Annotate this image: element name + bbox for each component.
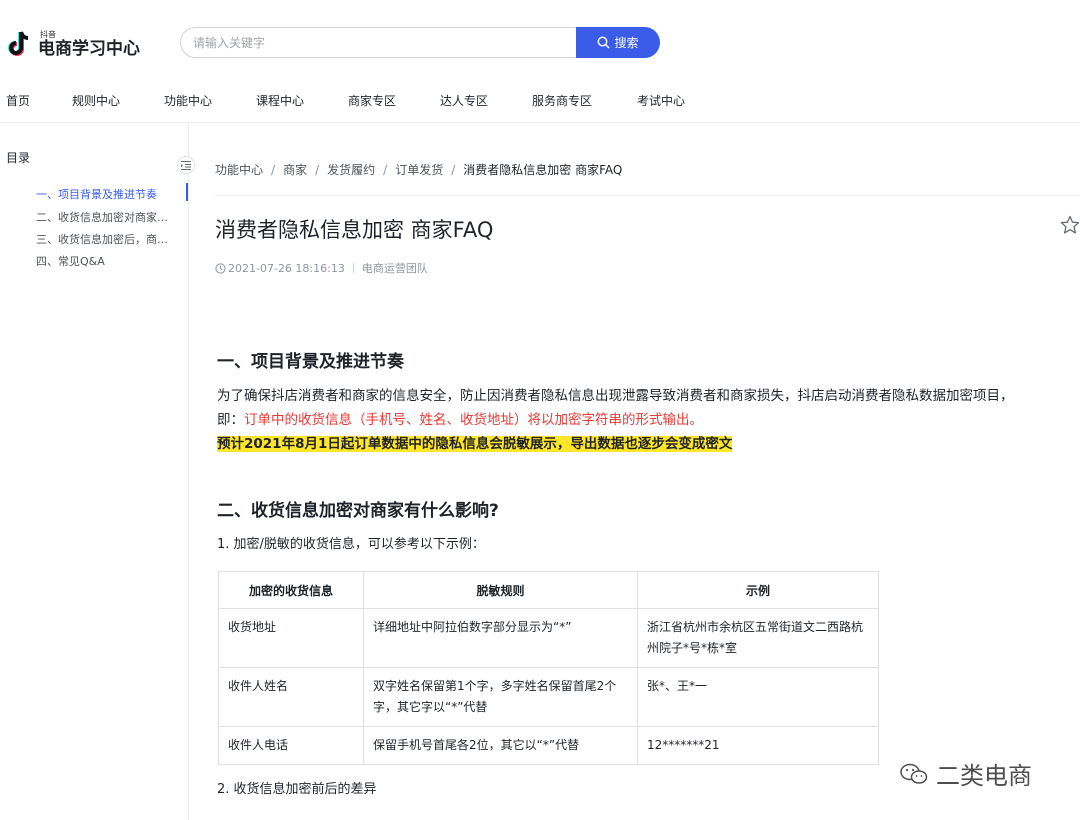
search-placeholder: 请输入关键字 <box>193 36 266 50</box>
publish-date: 2021-07-26 18:16:13 <box>228 261 345 275</box>
table-cell: 张*、王*一 <box>637 667 879 727</box>
watermark-text: 二类电商 <box>936 762 1032 790</box>
breadcrumb-item[interactable]: 商家 <box>283 163 307 177</box>
table-header: 示例 <box>637 571 879 609</box>
wechat-icon <box>900 763 928 784</box>
divider <box>215 195 1080 196</box>
table-cell: 双字姓名保留第1个字，多字姓名保留首尾2个字，其它字以“*”代替 <box>363 667 638 727</box>
clock-icon <box>215 262 226 274</box>
table-cell: 保留手机号首尾各2位，其它以“*”代替 <box>363 726 638 765</box>
section2-heading: 二、收货信息加密对商家有什么影响? <box>217 501 499 521</box>
top-header: 抖音 电商学习中心 请输入关键字 搜索 首页 规则中心 功能中心 课程中心 商家… <box>0 0 1080 123</box>
author: 电商运营团队 <box>361 262 428 275</box>
table-cell: 详细地址中阿拉伯数字部分显示为“*” <box>363 608 638 668</box>
nav-exams[interactable]: 考试中心 <box>637 92 685 109</box>
table-cell: 浙江省杭州市余杭区五常街道文二西路杭州院子*号*栋*室 <box>637 608 879 668</box>
table-cell: 12*******21 <box>637 726 879 765</box>
douyin-logo-icon <box>8 31 29 56</box>
nav-features[interactable]: 功能中心 <box>164 92 212 109</box>
table-cell: 收件人电话 <box>218 726 364 765</box>
breadcrumb-item[interactable]: 订单发货 <box>395 163 443 177</box>
toc-sidebar: 目录 一、项目背景及推进节奏 二、收货信息加密对商家有什么影响？ 三、收货信息加… <box>0 123 189 820</box>
table-cell: 收件人姓名 <box>218 667 364 727</box>
section2-item1: 1. 加密/脱敏的收货信息，可以参考以下示例： <box>217 537 485 552</box>
section1-heading: 一、项目背景及推进节奏 <box>217 352 404 372</box>
meta-divider <box>352 263 354 273</box>
article-meta: 2021-07-26 18:16:13 电商运营团队 <box>215 260 428 276</box>
breadcrumb-separator: / <box>315 163 320 177</box>
toc-item-1[interactable]: 一、项目背景及推进节奏 <box>36 186 186 202</box>
nav-rules[interactable]: 规则中心 <box>72 92 120 109</box>
table-row: 收货地址 详细地址中阿拉伯数字部分显示为“*” 浙江省杭州市余杭区五常街道文二西… <box>218 608 879 668</box>
search-input[interactable]: 请输入关键字 <box>180 27 578 58</box>
section1-paragraph: 为了确保抖店消费者和商家的信息安全，防止因消费者隐私信息出现泄露导致消费者和商家… <box>217 388 1014 404</box>
breadcrumb-current: 消费者隐私信息加密 商家FAQ <box>463 163 623 177</box>
toc-active-indicator <box>186 183 188 201</box>
list-indent-icon <box>181 160 191 170</box>
table-cell: 收货地址 <box>218 608 364 668</box>
page-title: 消费者隐私信息加密 商家FAQ <box>215 218 494 242</box>
nav-home[interactable]: 首页 <box>6 92 30 109</box>
toc-item-3[interactable]: 三、收货信息加密后，商家需要做什么？ <box>36 231 178 247</box>
search-button-label: 搜索 <box>614 36 639 50</box>
logo-small-text: 抖音 <box>40 29 56 39</box>
breadcrumb-separator: / <box>383 163 388 177</box>
section1-prefix: 即： <box>217 412 244 428</box>
desensitization-table: 加密的收货信息 脱敏规则 示例 收货地址 详细地址中阿拉伯数字部分显示为“*” … <box>218 571 879 765</box>
toc-item-2[interactable]: 二、收货信息加密对商家有什么影响？ <box>36 209 178 225</box>
breadcrumb-separator: / <box>271 163 276 177</box>
nav-service-providers[interactable]: 服务商专区 <box>532 92 592 109</box>
nav-creators[interactable]: 达人专区 <box>440 92 488 109</box>
breadcrumb-separator: / <box>451 163 456 177</box>
section1-highlight-line: 预计2021年8月1日起订单数据中的隐私信息会脱敏展示，导出数据也逐步会变成密文 <box>217 433 733 455</box>
favorite-star-icon[interactable] <box>1060 215 1080 235</box>
watermark: 二类电商 <box>900 756 1032 791</box>
nav-courses[interactable]: 课程中心 <box>256 92 304 109</box>
toc-collapse-toggle[interactable] <box>177 156 195 174</box>
toc-title: 目录 <box>6 151 31 165</box>
logo-title: 电商学习中心 <box>38 38 140 59</box>
table-row: 收件人姓名 双字姓名保留第1个字，多字姓名保留首尾2个字，其它字以“*”代替 张… <box>218 667 879 727</box>
table-header: 加密的收货信息 <box>218 571 364 609</box>
breadcrumb-item[interactable]: 发货履约 <box>327 163 375 177</box>
nav-merchants[interactable]: 商家专区 <box>348 92 396 109</box>
search-icon <box>598 36 611 49</box>
table-header-row: 加密的收货信息 脱敏规则 示例 <box>218 571 879 609</box>
section2-item2: 2. 收货信息加密前后的差异 <box>217 782 377 797</box>
section1-red-text: 订单中的收货信息（手机号、姓名、收货地址）将以加密字符串的形式输出。 <box>244 412 703 428</box>
breadcrumb-item[interactable]: 功能中心 <box>215 163 263 177</box>
toc-item-4[interactable]: 四、常见Q&A <box>36 253 186 269</box>
highlighted-text: 预计2021年8月1日起订单数据中的隐私信息会脱敏展示，导出数据也逐步会变成密文 <box>217 436 733 452</box>
search-button[interactable]: 搜索 <box>576 27 660 58</box>
table-row: 收件人电话 保留手机号首尾各2位，其它以“*”代替 12*******21 <box>218 726 879 765</box>
section1-paragraph-cont: 即：订单中的收货信息（手机号、姓名、收货地址）将以加密字符串的形式输出。 <box>217 409 703 431</box>
breadcrumb: 功能中心 / 商家 / 发货履约 / 订单发货 / 消费者隐私信息加密 商家FAQ <box>215 161 622 178</box>
table-header: 脱敏规则 <box>363 571 638 609</box>
logo[interactable]: 抖音 电商学习中心 <box>6 26 140 62</box>
